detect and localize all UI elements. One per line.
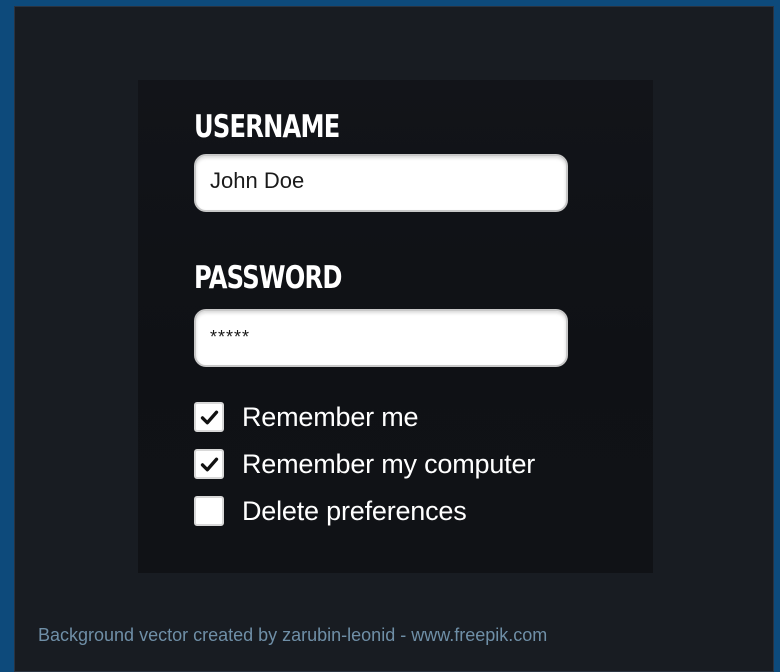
- image-credit: Background vector created by zarubin-leo…: [38, 625, 548, 645]
- delete-preferences-label: Delete preferences: [242, 495, 467, 526]
- delete-preferences-checkbox[interactable]: [194, 496, 224, 526]
- password-label: PASSWORD: [194, 260, 342, 296]
- password-value: *****: [210, 327, 251, 347]
- remember-computer-checkbox[interactable]: [194, 449, 224, 479]
- remember-computer-option[interactable]: Remember my computer: [194, 448, 535, 480]
- username-label: USERNAME: [194, 109, 340, 145]
- remember-computer-label: Remember my computer: [242, 448, 536, 479]
- remember-me-option[interactable]: Remember me: [194, 401, 419, 433]
- username-value: John Doe: [210, 168, 305, 193]
- check-icon: [200, 457, 218, 471]
- page-frame: USERNAME John Doe PASSWORD ***** Remembe…: [0, 0, 780, 672]
- check-icon: [200, 410, 218, 424]
- password-field[interactable]: *****: [194, 309, 568, 367]
- remember-me-label: Remember me: [242, 401, 419, 432]
- delete-preferences-option[interactable]: Delete preferences: [194, 495, 467, 527]
- username-field[interactable]: John Doe: [194, 154, 568, 212]
- remember-me-checkbox[interactable]: [194, 402, 224, 432]
